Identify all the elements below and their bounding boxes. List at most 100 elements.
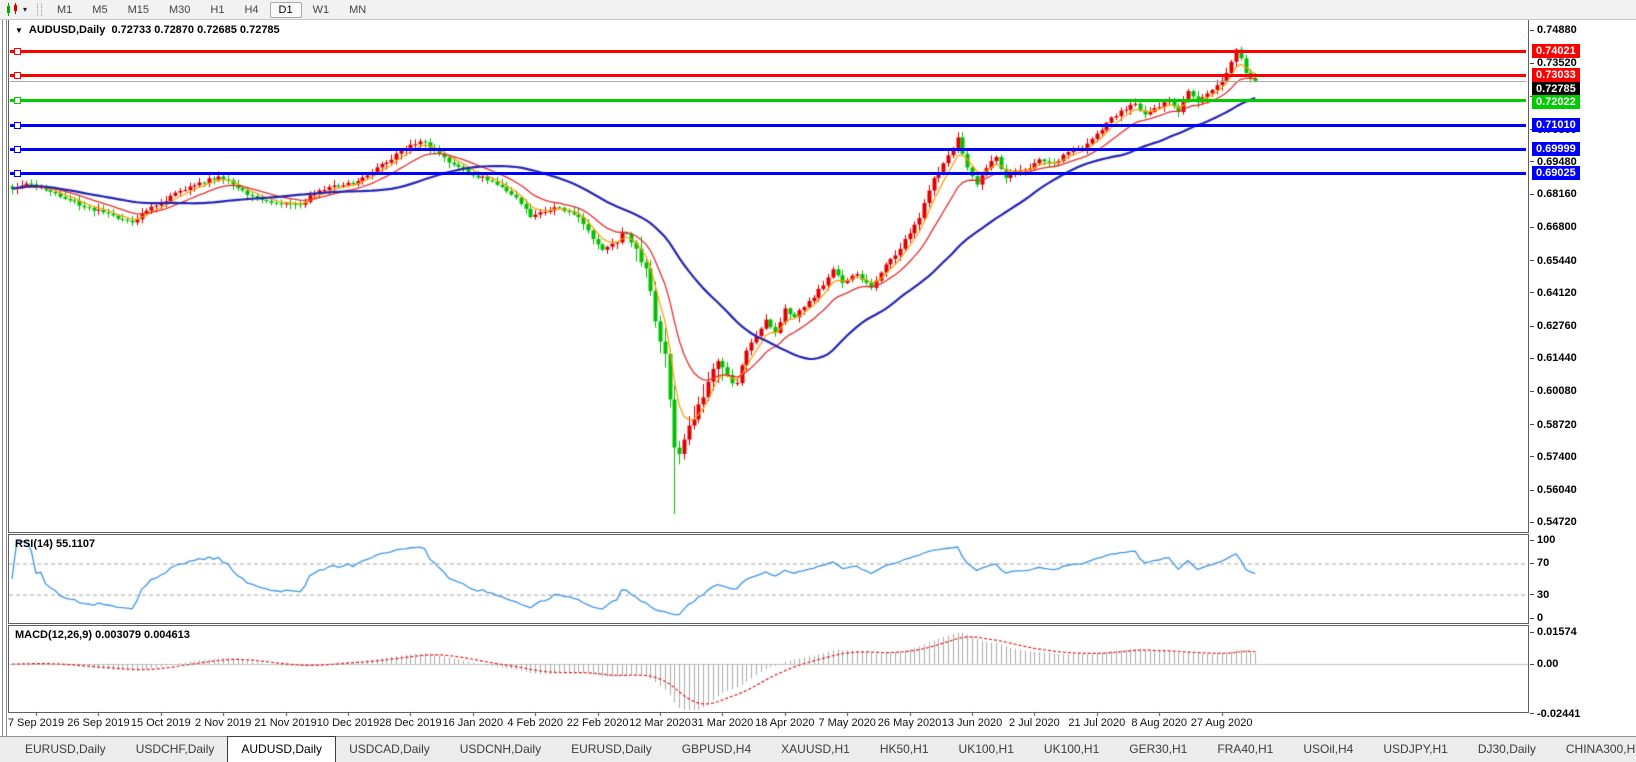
axis-tick-value: 30: [1537, 588, 1550, 601]
axis-tick-label: 0.54720: [1530, 515, 1577, 529]
chart-symbol-label: AUDUSD,Daily: [28, 24, 106, 36]
window-left-splitter[interactable]: [2, 19, 7, 736]
axis-tick-label: 0.00: [1530, 657, 1558, 671]
rsi-indicator-panel[interactable]: RSI(14) 55.1107: [8, 534, 1529, 624]
axis-tick-dash: [1530, 62, 1534, 64]
support-line-green[interactable]: [10, 96, 1526, 104]
tab-china300-h1[interactable]: CHINA300,H1: [1553, 737, 1636, 762]
date-label: 21 Nov 2019: [254, 717, 317, 729]
price-chart-panel[interactable]: ▼ AUDUSD,Daily 0.72733 0.72870 0.72685 0.…: [8, 19, 1529, 533]
axis-tick-value: 0.54720: [1537, 516, 1577, 529]
axis-tick-value: -0.02441: [1537, 707, 1581, 720]
tab-hk50-h1[interactable]: HK50,H1: [867, 737, 942, 762]
line-handle[interactable]: [14, 146, 21, 154]
timeframe-button-mn[interactable]: MN: [340, 2, 375, 18]
tab-ger30-h1[interactable]: GER30,H1: [1116, 737, 1200, 762]
axis-tick-dash: [1530, 456, 1534, 458]
axis-tick-value: 0.58720: [1537, 418, 1577, 431]
top-toolbar: ▾ M1 M5 M15 M30 H1 H4 D1 W1 MN: [0, 0, 1636, 20]
axis-tick-label: 0.68160: [1530, 187, 1577, 201]
support-line-blue-3[interactable]: [10, 169, 1526, 177]
date-label: 18 Apr 2020: [755, 717, 815, 729]
chart-ohlc-values: 0.72733 0.72870 0.72685 0.72785: [111, 24, 280, 36]
trading-platform-window: ▾ M1 M5 M15 M30 H1 H4 D1 W1 MN ▼ AUDUSD,Daily 0.7…: [0, 0, 1636, 762]
axis-tick-label: 0.60080: [1530, 384, 1577, 398]
resistance-line-1[interactable]: [10, 47, 1526, 55]
timeframe-button-group: M1 M5 M15 M30 H1 H4 D1 W1 MN: [47, 1, 376, 18]
price-badge-0.72022: 0.72022: [1532, 95, 1580, 110]
date-axis[interactable]: 7 Sep 2019 26 Sep 2019 15 Oct 2019 2 Nov 20…: [0, 712, 1530, 736]
axis-tick-value: 0.60080: [1537, 385, 1577, 398]
axis-tick-value: 0.68160: [1537, 188, 1577, 201]
tab-eurusd-daily[interactable]: EURUSD,Daily: [12, 737, 119, 762]
tab-gbpusd-h4[interactable]: GBPUSD,H4: [669, 737, 764, 762]
macd-indicator-panel[interactable]: MACD(12,26,9) 0.003079 0.004613: [8, 625, 1529, 713]
axis-tick-label: 0.61440: [1530, 351, 1577, 365]
price-badge-0.73033: 0.73033: [1532, 68, 1580, 83]
tab-usoil-h4[interactable]: USOil,H4: [1290, 737, 1366, 762]
chart-title: ▼ AUDUSD,Daily 0.72733 0.72870 0.72685 0.…: [15, 24, 280, 36]
axis-tick-value: 70: [1537, 557, 1550, 570]
line-handle[interactable]: [14, 96, 21, 104]
line-handle[interactable]: [14, 169, 21, 177]
date-label: 27 Aug 2020: [1190, 717, 1253, 729]
timeframe-button-h4[interactable]: H4: [235, 2, 267, 18]
current-price-badge: 0.72785: [1532, 81, 1580, 96]
timeframe-button-m1[interactable]: M1: [48, 2, 81, 18]
tab-xauusd-h1[interactable]: XAUUSD,H1: [768, 737, 863, 762]
resistance-line-2[interactable]: [10, 72, 1526, 80]
tab-usdcnh-daily[interactable]: USDCNH,Daily: [447, 737, 554, 762]
tab-usdcad-daily[interactable]: USDCAD,Daily: [336, 737, 443, 762]
timeframe-button-h1[interactable]: H1: [201, 2, 233, 18]
axis-tick-value: 0.01574: [1537, 626, 1577, 639]
price-badge-0.74021: 0.74021: [1532, 43, 1580, 58]
axis-tick-value: 0.65440: [1537, 254, 1577, 267]
rsi-label: RSI(14) 55.1107: [15, 538, 96, 550]
tab-dj30-daily[interactable]: DJ30,Daily: [1465, 737, 1549, 762]
timeframe-button-m30[interactable]: M30: [160, 2, 199, 18]
axis-tick-value: 0.61440: [1537, 352, 1577, 365]
support-line-blue-1[interactable]: [10, 121, 1526, 129]
chart-selector-button[interactable]: ▾: [0, 0, 32, 19]
date-label: 21 Jul 2020: [1068, 717, 1126, 729]
price-badge-0.69999: 0.69999: [1532, 142, 1580, 157]
axis-tick-dash: [1530, 161, 1534, 163]
axis-tick-dash: [1530, 539, 1534, 541]
axis-tick-dash: [1530, 489, 1534, 491]
timeframe-button-m5[interactable]: M5: [83, 2, 116, 18]
axis-tick-label: 0.64120: [1530, 286, 1577, 300]
macd-label: MACD(12,26,9) 0.003079 0.004613: [15, 629, 190, 641]
tab-uk100-h1[interactable]: UK100,H1: [1031, 737, 1112, 762]
date-label: 7 Sep 2019: [7, 717, 65, 729]
price-axis[interactable]: 0.748800.735200.721600.708000.694800.681…: [1530, 19, 1636, 736]
tab-usdchf-daily[interactable]: USDCHF,Daily: [123, 737, 228, 762]
date-label: 15 Oct 2019: [130, 717, 191, 729]
tab-eurusd-daily[interactable]: EURUSD,Daily: [558, 737, 665, 762]
candlestick-chart-icon: [7, 3, 17, 16]
axis-tick-label: -0.02441: [1530, 707, 1580, 721]
timeframe-button-m15[interactable]: M15: [119, 2, 158, 18]
axis-tick-dash: [1530, 631, 1534, 633]
date-label: 2 Jul 2020: [1009, 717, 1060, 729]
support-line-blue-2[interactable]: [10, 146, 1526, 154]
timeframe-button-d1[interactable]: D1: [269, 1, 302, 18]
tab-usdjpy-h1[interactable]: USDJPY,H1: [1370, 737, 1460, 762]
tab-audusd-daily[interactable]: AUDUSD,Daily: [227, 736, 337, 762]
date-label: 7 May 2020: [818, 717, 876, 729]
date-label: 2 Nov 2019: [195, 717, 252, 729]
line-handle[interactable]: [14, 121, 21, 129]
timeframe-button-w1[interactable]: W1: [304, 2, 339, 18]
axis-tick-dash: [1530, 562, 1534, 564]
axis-tick-label: 0: [1530, 611, 1543, 625]
date-label: 4 Feb 2020: [507, 717, 564, 729]
axis-tick-dash: [1530, 713, 1534, 715]
line-handle[interactable]: [14, 47, 21, 55]
price-badge-0.71010: 0.71010: [1532, 117, 1580, 132]
axis-tick-value: 100: [1537, 534, 1556, 546]
chart-tab-bar: EURUSD,Daily USDCHF,Daily AUDUSD,Daily USDC…: [0, 736, 1636, 762]
line-handle[interactable]: [14, 72, 21, 80]
tab-uk100-h1[interactable]: UK100,H1: [946, 737, 1027, 762]
tab-fra40-h1[interactable]: FRA40,H1: [1204, 737, 1286, 762]
axis-tick-label: 0.56040: [1530, 483, 1577, 497]
triangle-marker-icon: ▼: [15, 26, 23, 35]
